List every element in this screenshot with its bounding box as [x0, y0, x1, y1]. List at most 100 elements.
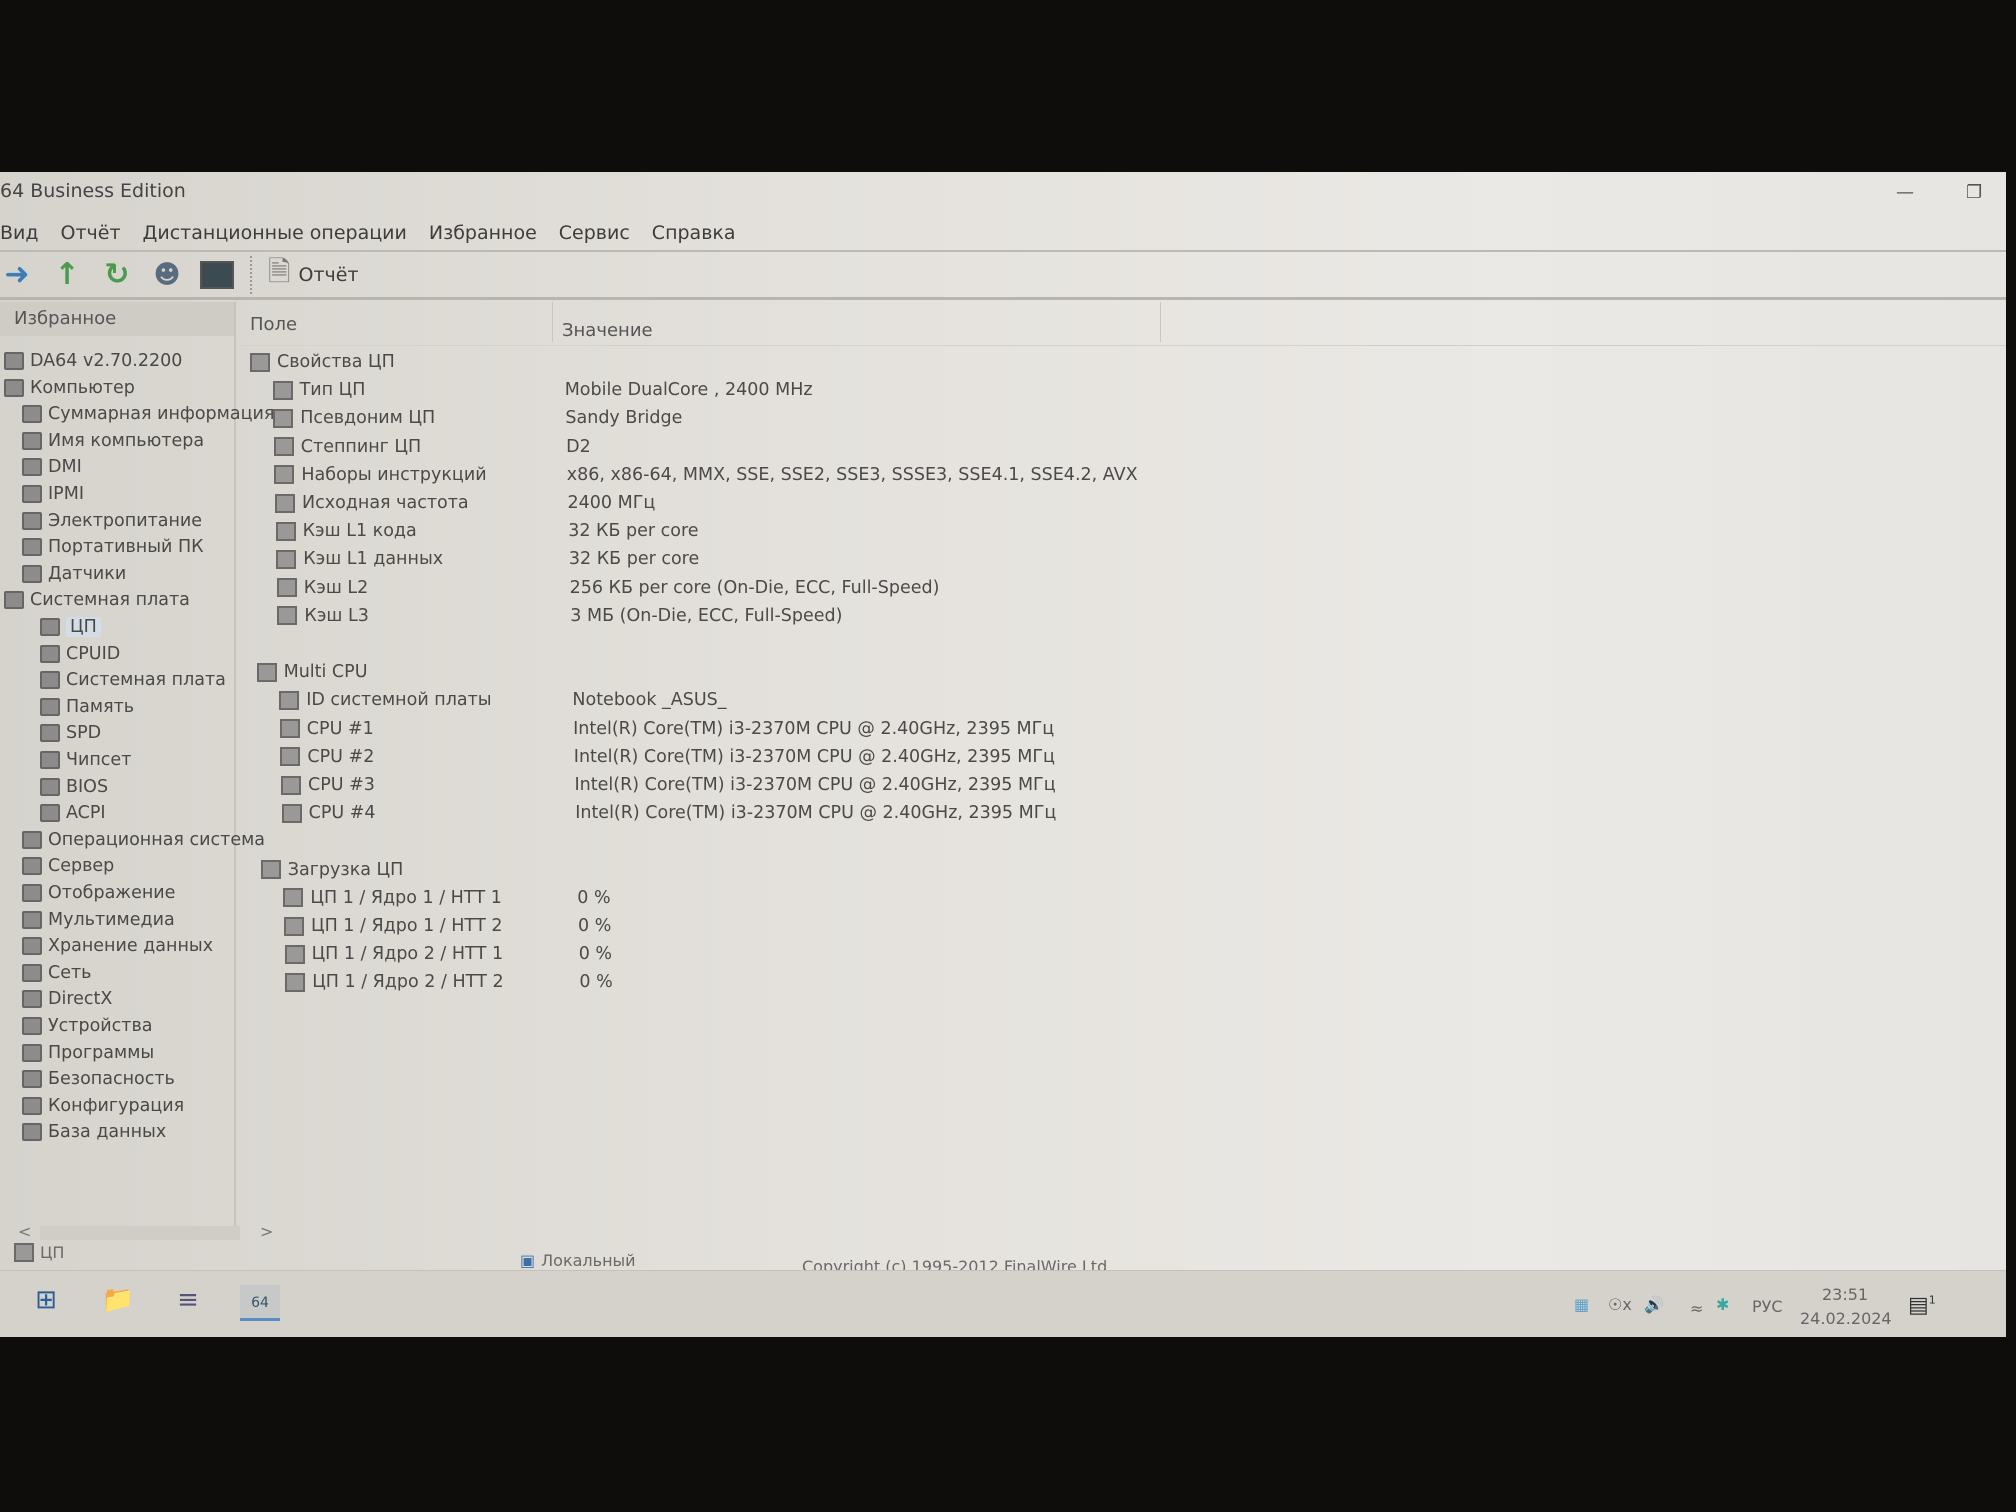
- field-icon: [284, 916, 304, 936]
- tree-item[interactable]: Мультимедиа: [22, 907, 175, 933]
- data-row[interactable]: CPU #1 Intel(R) Core(TM) i3-2370M CPU @ 2…: [238, 719, 2006, 747]
- data-row[interactable]: Тип ЦП Mobile DualCore , 2400 MHz: [238, 380, 2006, 408]
- data-row[interactable]: ЦП 1 / Ядро 1 / НТТ 1 0 %: [238, 888, 2006, 916]
- column-divider[interactable]: [552, 302, 553, 342]
- data-row[interactable]: ЦП 1 / Ядро 2 / НТТ 1 0 %: [238, 944, 2006, 972]
- tree-item[interactable]: DirectX: [22, 986, 112, 1012]
- field-icon: [273, 408, 294, 428]
- tree-item[interactable]: Датчики: [22, 561, 126, 587]
- forward-arrow-icon[interactable]: ➜: [0, 257, 34, 292]
- menu-help[interactable]: Справка: [652, 222, 736, 250]
- notification-count: 1: [1928, 1293, 1936, 1307]
- tree-item[interactable]: Безопасность: [22, 1066, 175, 1092]
- data-row[interactable]: ЦП 1 / Ядро 2 / НТТ 2 0 %: [238, 972, 2006, 1000]
- tree-item[interactable]: Портативный ПК: [22, 534, 204, 560]
- tree-item[interactable]: Чипсет: [40, 747, 131, 773]
- menu-view[interactable]: Вид: [0, 222, 39, 250]
- file-explorer-icon[interactable]: 📁: [98, 1285, 138, 1321]
- data-row[interactable]: ID системной платы Notebook _ASUS_: [238, 690, 2006, 718]
- tree-item-label: Отображение: [48, 883, 176, 903]
- tree-item[interactable]: Хранение данных: [22, 933, 213, 959]
- tray-language[interactable]: РУС: [1752, 1297, 1783, 1316]
- tray-display-icon[interactable]: ▦: [1574, 1295, 1589, 1314]
- data-row[interactable]: Кэш L1 данных 32 КБ per core: [238, 549, 2006, 577]
- tree-item[interactable]: Системная плата: [40, 667, 226, 693]
- network-app-icon[interactable]: ≡: [168, 1285, 208, 1321]
- users-icon[interactable]: ☻: [150, 258, 184, 292]
- group-row[interactable]: Загрузка ЦП: [238, 860, 2006, 888]
- tree-item[interactable]: Операционная система: [22, 827, 265, 853]
- tree-item-icon: [40, 804, 60, 823]
- tree-item-icon: [22, 485, 42, 503]
- tree-item-icon: [22, 963, 42, 982]
- monitor-icon[interactable]: [200, 258, 234, 292]
- field-icon: [281, 803, 302, 823]
- start-windows-icon[interactable]: ⊞: [26, 1285, 66, 1321]
- group-row[interactable]: Multi CPU: [238, 662, 2006, 690]
- menu-service[interactable]: Сервис: [559, 222, 630, 250]
- tree-item[interactable]: DMI: [22, 454, 82, 480]
- tree-item[interactable]: ACPI: [40, 800, 106, 826]
- data-row[interactable]: Кэш L1 кода 32 КБ per core: [238, 521, 2006, 549]
- report-button[interactable]: 🗎 Отчёт: [268, 251, 359, 299]
- tree-item[interactable]: BIOS: [40, 774, 108, 800]
- menu-favorites[interactable]: Избранное: [429, 222, 537, 250]
- menu-remote[interactable]: Дистанционные операции: [143, 222, 407, 250]
- tree-item[interactable]: SPD: [40, 720, 101, 746]
- minimize-button[interactable]: —: [1896, 182, 1914, 203]
- field-value: Mobile DualCore , 2400 MHz: [564, 380, 813, 401]
- restore-button[interactable]: ❐: [1966, 182, 1982, 203]
- tree-item[interactable]: Сервер: [22, 853, 114, 879]
- column-divider[interactable]: [1160, 302, 1161, 342]
- data-row[interactable]: CPU #2 Intel(R) Core(TM) i3-2370M CPU @ 2…: [238, 747, 2006, 775]
- data-row[interactable]: Наборы инструкций x86, x86-64, MMX, SSE, …: [238, 465, 2006, 493]
- tree-item[interactable]: DA64 v2.70.2200: [4, 348, 182, 374]
- tree-item-label: Чипсет: [66, 750, 132, 770]
- tray-bluetooth-icon[interactable]: ✱: [1716, 1295, 1729, 1314]
- details-pane: Поле Значение Свойства ЦП Тип ЦП Mobile Du…: [238, 302, 2006, 1237]
- tree-item[interactable]: Электропитание: [22, 508, 202, 534]
- tray-power-icon[interactable]: ☉x: [1608, 1295, 1632, 1314]
- data-row[interactable]: Псевдоним ЦП Sandy Bridge: [238, 408, 2006, 436]
- field-label: Multi CPU: [283, 662, 368, 683]
- field-label: Кэш L1 данных: [303, 549, 444, 570]
- tree-item[interactable]: База данных: [22, 1119, 166, 1145]
- tree-item[interactable]: Конфигурация: [22, 1093, 184, 1119]
- tree-item-label: DA64 v2.70.2200: [30, 351, 183, 371]
- field-label: CPU #4: [308, 803, 376, 824]
- data-row[interactable]: Исходная частота 2400 МГц: [238, 493, 2006, 521]
- data-row[interactable]: CPU #3 Intel(R) Core(TM) i3-2370M CPU @ 2…: [238, 775, 2006, 803]
- data-row[interactable]: CPU #4 Intel(R) Core(TM) i3-2370M CPU @ 2…: [238, 803, 2006, 831]
- tray-time[interactable]: 23:51: [1822, 1285, 1868, 1304]
- tree-item[interactable]: IPMI: [22, 481, 84, 507]
- column-field[interactable]: Поле: [250, 314, 297, 335]
- tree-item[interactable]: Программы: [22, 1040, 154, 1066]
- data-row[interactable]: Степпинг ЦП D2: [238, 437, 2006, 465]
- tree-item[interactable]: CPUID: [40, 641, 120, 667]
- field-value: x86, x86-64, MMX, SSE, SSE2, SSE3, SSSE3…: [566, 464, 1138, 485]
- tree-item[interactable]: Компьютер: [4, 375, 135, 401]
- aida64-taskbar-icon[interactable]: 64: [240, 1285, 280, 1321]
- tree-item[interactable]: ЦП: [40, 614, 101, 640]
- data-row[interactable]: Кэш L2 256 КБ per core (On-Die, ECC, Full…: [238, 578, 2006, 606]
- tree-item[interactable]: Системная плата: [4, 587, 190, 613]
- data-row[interactable]: Кэш L3 3 МБ (On-Die, ECC, Full-Speed): [238, 606, 2006, 634]
- notifications-icon[interactable]: ▤1: [1908, 1293, 1936, 1318]
- tree-item[interactable]: Отображение: [22, 880, 175, 906]
- up-arrow-icon[interactable]: ↑: [50, 257, 84, 292]
- tree-item[interactable]: Имя компьютера: [22, 428, 204, 454]
- data-row[interactable]: ЦП 1 / Ядро 1 / НТТ 2 0 %: [238, 916, 2006, 944]
- menu-report[interactable]: Отчёт: [61, 222, 121, 250]
- refresh-icon[interactable]: ↻: [100, 257, 134, 292]
- tree-item[interactable]: Суммарная информация: [22, 401, 274, 427]
- tray-network-icon[interactable]: ≈: [1690, 1299, 1703, 1318]
- tree-item[interactable]: Устройства: [22, 1013, 153, 1039]
- sidebar-header[interactable]: Избранное: [0, 302, 234, 336]
- tree-item[interactable]: Память: [40, 694, 134, 720]
- group-row[interactable]: Свойства ЦП: [238, 352, 2006, 380]
- tray-volume-icon[interactable]: 🔊: [1644, 1295, 1664, 1314]
- tree-item[interactable]: Сеть: [22, 960, 92, 986]
- tree-item-label: Мультимедиа: [48, 909, 175, 930]
- column-value[interactable]: Значение: [562, 320, 653, 341]
- tray-date[interactable]: 24.02.2024: [1800, 1309, 1892, 1328]
